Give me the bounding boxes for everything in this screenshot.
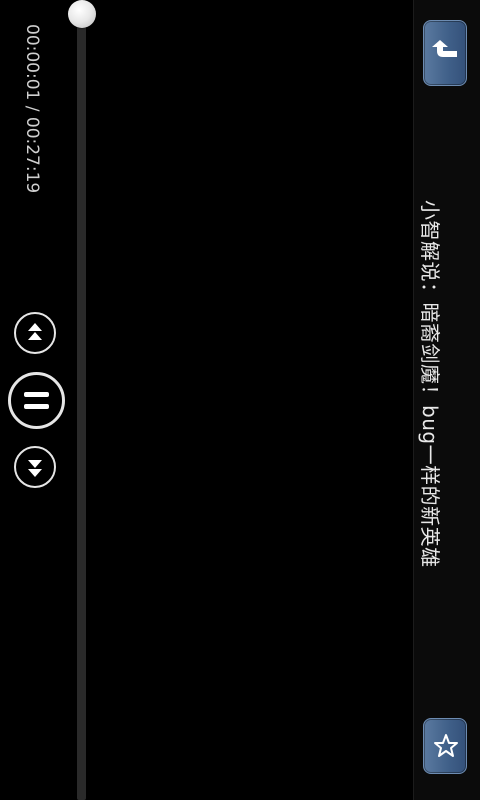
back-button[interactable] <box>423 20 467 86</box>
back-arrow-icon <box>432 40 457 57</box>
progress-track[interactable] <box>77 12 86 800</box>
star-icon <box>434 734 458 757</box>
progress-thumb[interactable] <box>68 0 96 28</box>
favorite-button[interactable] <box>423 718 467 774</box>
video-title: 小智解说：暗裔剑魔！bug一样的新英雄 <box>418 200 442 568</box>
time-readout: 00:00:01 / 00:27:19 <box>22 24 42 194</box>
fast-backward-icon <box>28 323 42 340</box>
pause-icon <box>24 392 49 409</box>
previous-button[interactable] <box>14 312 56 354</box>
fast-forward-icon <box>28 460 42 477</box>
next-button[interactable] <box>14 446 56 488</box>
pause-button[interactable] <box>8 372 65 429</box>
